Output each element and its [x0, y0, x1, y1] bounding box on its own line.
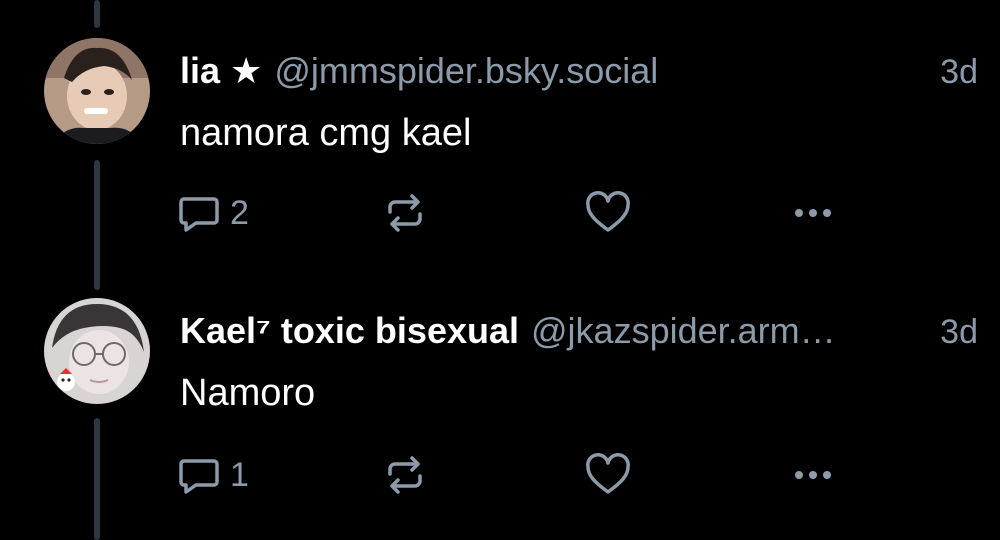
like-icon [586, 191, 630, 232]
post-text: namora cmg kael [180, 112, 472, 154]
more-options-icon [795, 209, 831, 217]
repost-button[interactable] [382, 450, 428, 500]
avatar-photo [44, 298, 150, 404]
post-item[interactable]: lia ★ @jmmspider.bsky.social 3d namora c… [0, 0, 1000, 260]
post-item[interactable]: Kael⁷ toxic bisexual @jkazspider.arm… 3d… [0, 260, 1000, 520]
reply-count: 2 [230, 193, 249, 232]
post-header: Kael⁷ toxic bisexual @jkazspider.arm… 3d [180, 310, 978, 358]
more-options-button[interactable] [790, 450, 836, 500]
reply-icon [179, 197, 219, 232]
reply-icon [179, 459, 219, 494]
post-timestamp[interactable]: 3d [926, 313, 978, 352]
post-actions: 1 [176, 450, 876, 500]
reply-count: 1 [230, 455, 249, 494]
more-options-button[interactable] [790, 188, 836, 238]
like-button[interactable] [584, 450, 632, 500]
post-timestamp[interactable]: 3d [926, 53, 978, 92]
author-handle[interactable]: @jmmspider.bsky.social [274, 50, 658, 92]
post-text: Namoro [180, 372, 316, 414]
repost-button[interactable] [382, 188, 428, 238]
post-actions: 2 [176, 188, 876, 238]
author-name[interactable]: lia ★ [180, 50, 262, 92]
more-options-icon [795, 471, 831, 479]
avatar[interactable] [44, 38, 150, 144]
avatar-photo [44, 38, 150, 144]
author-name[interactable]: Kael⁷ toxic bisexual [180, 310, 519, 352]
author-handle[interactable]: @jkazspider.arm… [531, 310, 836, 352]
post-header: lia ★ @jmmspider.bsky.social 3d [180, 50, 978, 98]
repost-icon [388, 194, 422, 232]
repost-icon [388, 456, 422, 494]
reply-button[interactable]: 2 [176, 188, 249, 238]
like-icon [586, 453, 630, 494]
avatar[interactable] [44, 298, 150, 404]
like-button[interactable] [584, 188, 632, 238]
reply-button[interactable]: 1 [176, 450, 249, 500]
